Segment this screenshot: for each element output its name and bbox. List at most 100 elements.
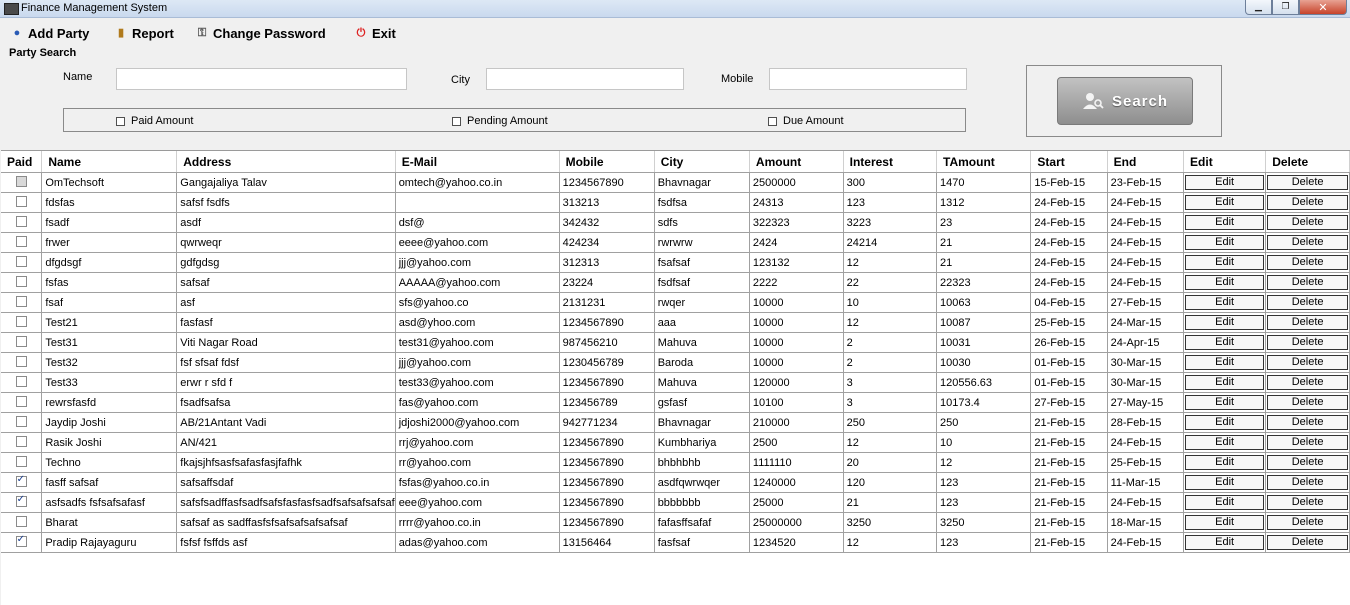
edit-button[interactable]: Edit [1185, 455, 1265, 470]
search-button[interactable]: Search [1057, 77, 1193, 125]
paid-checkbox[interactable] [15, 355, 27, 367]
column-header[interactable]: Start [1030, 151, 1108, 173]
paid-checkbox[interactable] [15, 175, 27, 187]
menu-report[interactable]: ▮ Report [115, 24, 174, 42]
due-amount-checkbox[interactable]: Due Amount [768, 115, 844, 127]
table-row[interactable]: Techno fkajsjhfsasfsafasfasjfafhk rr@yahoo… [1, 452, 1350, 473]
table-row[interactable]: fsadf asdf dsf@ 342432 sdfs 322323 3223 23 24-Fe… [1, 212, 1350, 233]
column-header[interactable]: E-Mail [395, 151, 560, 173]
paid-checkbox[interactable] [15, 375, 27, 387]
paid-checkbox[interactable] [15, 534, 27, 547]
edit-button[interactable]: Edit [1185, 255, 1265, 270]
paid-checkbox[interactable] [15, 335, 27, 347]
table-row[interactable]: asfsadfs fsfsafsafasfsafsfsadffasfsadfsa… [1, 492, 1350, 513]
edit-button[interactable]: Edit [1185, 435, 1265, 450]
edit-button[interactable]: Edit [1185, 355, 1265, 370]
paid-checkbox[interactable] [15, 494, 27, 507]
column-header[interactable]: City [654, 151, 750, 173]
delete-button[interactable]: Delete [1267, 235, 1348, 250]
edit-button[interactable]: Edit [1185, 335, 1265, 350]
paid-checkbox[interactable] [15, 195, 27, 207]
delete-button[interactable]: Delete [1267, 415, 1348, 430]
delete-button[interactable]: Delete [1267, 355, 1348, 370]
delete-button[interactable]: Delete [1267, 475, 1348, 490]
delete-button[interactable]: Delete [1267, 535, 1348, 550]
menu-add-party[interactable]: ● Add Party [11, 24, 90, 42]
paid-checkbox[interactable] [15, 255, 27, 267]
column-header[interactable]: Amount [749, 151, 844, 173]
delete-button[interactable]: Delete [1267, 215, 1348, 230]
table-row[interactable]: Test33 erwr r sfd f test33@yahoo.com 123456… [1, 372, 1350, 393]
table-row[interactable]: Bharat safsaf as sadffasfsfsafsafsafsafsa… [1, 512, 1350, 533]
edit-button[interactable]: Edit [1185, 195, 1265, 210]
table-row[interactable]: Test21 fasfasf asd@yhoo.com 1234567890 aaa 10… [1, 312, 1350, 333]
table-row[interactable]: fdsfas safsf fsdfs 313213 fsdfsa 24313 123 131… [1, 192, 1350, 213]
column-header[interactable]: Name [41, 151, 178, 173]
table-row[interactable]: frwer qwrweqr eeee@yahoo.com 424234 rwrwrw 24… [1, 232, 1350, 253]
table-row[interactable]: Test31 Viti Nagar Road test31@yahoo.com 987… [1, 332, 1350, 353]
delete-button[interactable]: Delete [1267, 435, 1348, 450]
pending-amount-checkbox[interactable]: Pending Amount [452, 115, 548, 127]
column-header[interactable]: Delete [1265, 151, 1350, 173]
delete-button[interactable]: Delete [1267, 175, 1348, 190]
paid-checkbox[interactable] [15, 215, 27, 227]
edit-button[interactable]: Edit [1185, 395, 1265, 410]
delete-button[interactable]: Delete [1267, 375, 1348, 390]
delete-button[interactable]: Delete [1267, 275, 1348, 290]
delete-button[interactable]: Delete [1267, 495, 1348, 510]
edit-button[interactable]: Edit [1185, 295, 1265, 310]
edit-button[interactable]: Edit [1185, 215, 1265, 230]
delete-button[interactable]: Delete [1267, 335, 1348, 350]
table-row[interactable]: fasff safsafsafsaffsdaffsfas@yahoo.co.in… [1, 472, 1350, 493]
table-row[interactable]: Jaydip Joshi AB/21Antant Vadi jdjoshi2000@… [1, 412, 1350, 433]
maximize-button[interactable]: ❐ [1272, 0, 1299, 15]
name-input[interactable] [116, 68, 407, 90]
paid-checkbox[interactable] [15, 435, 27, 447]
paid-checkbox[interactable] [15, 395, 27, 407]
menu-exit[interactable]: ⏻ Exit [355, 24, 396, 42]
table-row[interactable]: fsaf asf sfs@yahoo.co 2131231 rwqer 10000 10 10… [1, 292, 1350, 313]
delete-button[interactable]: Delete [1267, 455, 1348, 470]
table-row[interactable]: OmTechsoft Gangajaliya Talav omtech@yahoo.… [1, 172, 1350, 193]
column-header[interactable]: Address [176, 151, 396, 173]
delete-button[interactable]: Delete [1267, 295, 1348, 310]
column-header[interactable]: Interest [843, 151, 938, 173]
edit-button[interactable]: Edit [1185, 475, 1265, 490]
paid-checkbox[interactable] [15, 315, 27, 327]
edit-button[interactable]: Edit [1185, 275, 1265, 290]
table-row[interactable]: Pradip Rajayagurufsfsf fsffds asfadas@ya… [1, 532, 1350, 553]
paid-checkbox[interactable] [15, 235, 27, 247]
column-header[interactable]: Edit [1183, 151, 1267, 173]
column-header[interactable]: TAmount [936, 151, 1032, 173]
delete-button[interactable]: Delete [1267, 395, 1348, 410]
column-header[interactable]: Mobile [559, 151, 655, 173]
edit-button[interactable]: Edit [1185, 235, 1265, 250]
paid-checkbox[interactable] [15, 455, 27, 467]
table-row[interactable]: fsfas safsaf AAAAA@yahoo.com 23224 fsdfsaf 22… [1, 272, 1350, 293]
table-row[interactable]: Test32 fsf sfsaf fdsf jjj@yahoo.com 1230456… [1, 352, 1350, 373]
mobile-input[interactable] [769, 68, 967, 90]
delete-button[interactable]: Delete [1267, 315, 1348, 330]
edit-button[interactable]: Edit [1185, 495, 1265, 510]
paid-amount-checkbox[interactable]: Paid Amount [116, 115, 193, 127]
paid-checkbox[interactable] [15, 515, 27, 527]
edit-button[interactable]: Edit [1185, 415, 1265, 430]
delete-button[interactable]: Delete [1267, 195, 1348, 210]
table-row[interactable]: Rasik Joshi AN/421 rrj@yahoo.com 1234567890… [1, 432, 1350, 453]
edit-button[interactable]: Edit [1185, 175, 1265, 190]
edit-button[interactable]: Edit [1185, 535, 1265, 550]
paid-checkbox[interactable] [15, 275, 27, 287]
delete-button[interactable]: Delete [1267, 515, 1348, 530]
column-header[interactable]: End [1107, 151, 1185, 173]
delete-button[interactable]: Delete [1267, 255, 1348, 270]
paid-checkbox[interactable] [15, 415, 27, 427]
table-row[interactable]: rewrsfasfd fsadfsafsa fas@yahoo.com 1234567… [1, 392, 1350, 413]
paid-checkbox[interactable] [15, 474, 27, 487]
minimize-button[interactable]: ▁ [1245, 0, 1272, 15]
column-header[interactable]: Paid [1, 151, 43, 173]
paid-checkbox[interactable] [15, 295, 27, 307]
menu-change-password[interactable]: ⚿ Change Password [196, 24, 326, 42]
edit-button[interactable]: Edit [1185, 315, 1265, 330]
table-row[interactable]: dfgdsgf gdfgdsg jjj@yahoo.com 312313 fsafsaf… [1, 252, 1350, 273]
close-button[interactable]: ✕ [1299, 0, 1347, 15]
